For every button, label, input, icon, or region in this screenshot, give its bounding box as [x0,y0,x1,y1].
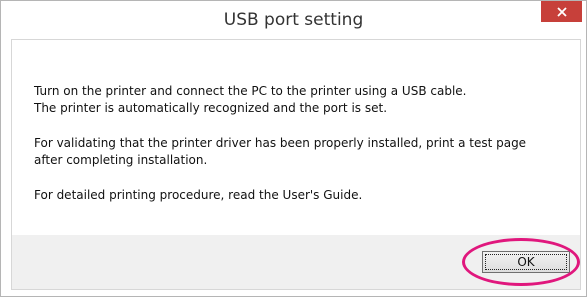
dialog-content: Turn on the printer and connect the PC t… [11,39,581,290]
message-line-4: after completing installation. [34,153,208,167]
focus-rectangle [485,254,567,270]
close-icon [556,6,567,17]
message-area: Turn on the printer and connect the PC t… [12,40,580,235]
close-button[interactable] [541,1,582,22]
message-line-2: The printer is automatically recognized … [34,101,388,115]
usb-port-setting-dialog: USB port setting Turn on the printer and… [0,0,587,297]
message-line-1: Turn on the printer and connect the PC t… [34,84,467,98]
ok-button[interactable]: OK [482,251,570,273]
button-bar: OK [12,235,580,289]
message-line-5: For detailed printing procedure, read th… [34,188,363,202]
message-line-3: For validating that the printer driver h… [34,136,527,150]
title-bar: USB port setting [1,1,586,39]
dialog-title: USB port setting [223,10,364,30]
